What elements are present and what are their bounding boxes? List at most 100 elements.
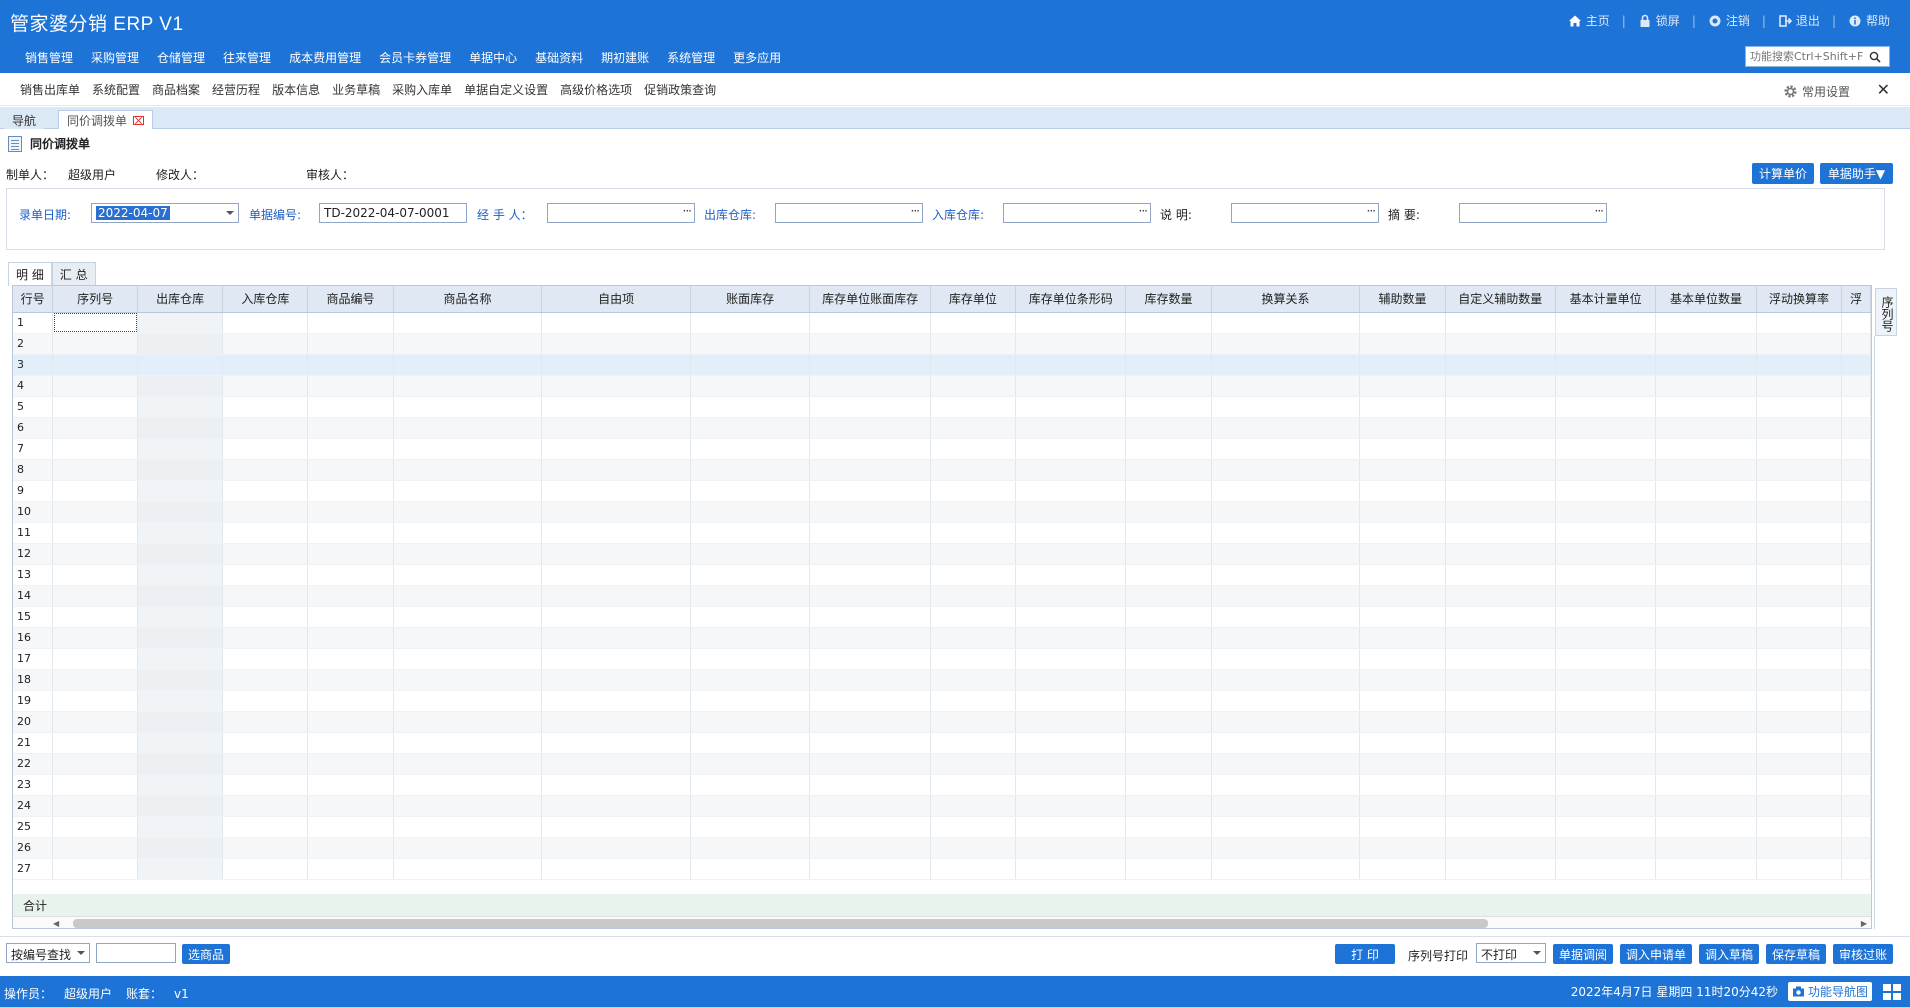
- grid-cell[interactable]: [137, 690, 224, 712]
- serial-side-panel[interactable]: 序列号: [1875, 288, 1897, 336]
- grid-cell[interactable]: [1655, 438, 1757, 460]
- grid-cell[interactable]: [1841, 753, 1871, 775]
- nav-map-button[interactable]: 功能导航图: [1787, 982, 1872, 1001]
- grid-cell[interactable]: [541, 669, 691, 691]
- grid-cell[interactable]: [1756, 396, 1843, 418]
- grid-cell[interactable]: [541, 312, 691, 334]
- grid-cell[interactable]: [1756, 543, 1843, 565]
- search-icon[interactable]: [1866, 48, 1884, 66]
- grid-cell[interactable]: [1211, 501, 1361, 523]
- grid-cell[interactable]: [930, 354, 1017, 376]
- grid-cell[interactable]: [393, 732, 543, 754]
- grid-cell[interactable]: [1359, 690, 1446, 712]
- grid-cell[interactable]: [222, 816, 309, 838]
- grid-cell[interactable]: [1359, 459, 1446, 481]
- grid-cell[interactable]: [1841, 648, 1871, 670]
- grid-cell[interactable]: [137, 816, 224, 838]
- grid-cell[interactable]: [1756, 333, 1843, 355]
- grid-cell[interactable]: [1125, 627, 1212, 649]
- table-row[interactable]: 4: [13, 375, 1871, 397]
- grid-cell[interactable]: [1445, 417, 1556, 439]
- grid-cell[interactable]: [690, 564, 811, 586]
- grid-cell[interactable]: [307, 732, 394, 754]
- grid-cell[interactable]: [1125, 753, 1212, 775]
- grid-cell[interactable]: [1211, 480, 1361, 502]
- grid-cell[interactable]: [809, 585, 931, 607]
- grid-cell[interactable]: [393, 627, 543, 649]
- grid-cell[interactable]: [222, 585, 309, 607]
- grid-cell[interactable]: [222, 753, 309, 775]
- grid-cell[interactable]: [1211, 711, 1361, 733]
- grid-cell[interactable]: [1015, 648, 1127, 670]
- grid-cell[interactable]: [1555, 711, 1657, 733]
- grid-cell[interactable]: [137, 354, 224, 376]
- help-link[interactable]: 帮助: [1848, 12, 1890, 29]
- grid-cell[interactable]: [222, 795, 309, 817]
- tab-summary[interactable]: 汇 总: [51, 262, 96, 286]
- grid-cell[interactable]: [1125, 669, 1212, 691]
- column-header[interactable]: 浮动换算率: [1756, 286, 1843, 313]
- grid-cell[interactable]: [137, 417, 224, 439]
- select-goods-button[interactable]: 选商品: [182, 944, 230, 964]
- grid-cell[interactable]: [1756, 753, 1843, 775]
- grid-cell[interactable]: [1125, 396, 1212, 418]
- column-header[interactable]: 库存单位账面库存: [809, 286, 931, 313]
- grid-cell[interactable]: [137, 795, 224, 817]
- grid-cell[interactable]: [1655, 690, 1757, 712]
- grid-cell[interactable]: [809, 417, 931, 439]
- grid-cell[interactable]: [1841, 795, 1871, 817]
- table-row[interactable]: 24: [13, 795, 1871, 817]
- grid-cell[interactable]: [1359, 438, 1446, 460]
- grid-cell[interactable]: [307, 459, 394, 481]
- grid-cell[interactable]: [809, 816, 931, 838]
- grid-cell[interactable]: [1445, 543, 1556, 565]
- column-header[interactable]: 换算关系: [1211, 286, 1361, 313]
- grid-cell[interactable]: [307, 396, 394, 418]
- grid-cell[interactable]: [52, 564, 139, 586]
- grid-cell[interactable]: [222, 711, 309, 733]
- table-row[interactable]: 13: [13, 564, 1871, 586]
- grid-cell[interactable]: [1125, 438, 1212, 460]
- grid-cell[interactable]: [541, 690, 691, 712]
- ellipsis-icon[interactable]: ···: [1139, 204, 1149, 218]
- table-row[interactable]: 25: [13, 816, 1871, 838]
- grid-cell[interactable]: [1655, 837, 1757, 859]
- grid-cell[interactable]: [222, 480, 309, 502]
- grid-cell[interactable]: [222, 774, 309, 796]
- grid-cell[interactable]: [1015, 564, 1127, 586]
- grid-cell[interactable]: [541, 480, 691, 502]
- grid-cell[interactable]: [1211, 753, 1361, 775]
- column-header[interactable]: 自定义辅助数量: [1445, 286, 1556, 313]
- grid-cell[interactable]: [930, 480, 1017, 502]
- grid-cell[interactable]: [1841, 690, 1871, 712]
- grid-cell[interactable]: [393, 711, 543, 733]
- grid-cell[interactable]: [1655, 354, 1757, 376]
- grid-cell[interactable]: [1841, 732, 1871, 754]
- grid-cell[interactable]: [541, 711, 691, 733]
- grid-cell[interactable]: [393, 543, 543, 565]
- serial-print-select[interactable]: 不打印: [1476, 943, 1546, 963]
- home-link[interactable]: 主页: [1568, 12, 1610, 29]
- grid-cell[interactable]: [1756, 816, 1843, 838]
- grid-cell[interactable]: [307, 816, 394, 838]
- grid-cell[interactable]: [1359, 648, 1446, 670]
- grid-cell[interactable]: [930, 543, 1017, 565]
- grid-cell[interactable]: [1359, 333, 1446, 355]
- grid-cell[interactable]: [137, 711, 224, 733]
- grid-cell[interactable]: [1841, 564, 1871, 586]
- grid-cell[interactable]: [1211, 648, 1361, 670]
- column-header[interactable]: 库存单位: [930, 286, 1017, 313]
- grid-cell[interactable]: [1445, 333, 1556, 355]
- quick-purchase-in[interactable]: 采购入库单: [386, 81, 458, 98]
- grid-cell[interactable]: [930, 438, 1017, 460]
- nav-basic[interactable]: 基础资料: [526, 49, 592, 66]
- grid-cell[interactable]: [137, 312, 224, 334]
- grid-cell[interactable]: [1555, 564, 1657, 586]
- grid-cell[interactable]: [393, 417, 543, 439]
- grid-cell[interactable]: [1756, 459, 1843, 481]
- grid-cell[interactable]: [1211, 858, 1361, 880]
- grid-cell[interactable]: [1015, 354, 1127, 376]
- grid-cell[interactable]: [1841, 669, 1871, 691]
- column-header[interactable]: 序列号: [52, 286, 139, 313]
- grid-cell[interactable]: [1841, 837, 1871, 859]
